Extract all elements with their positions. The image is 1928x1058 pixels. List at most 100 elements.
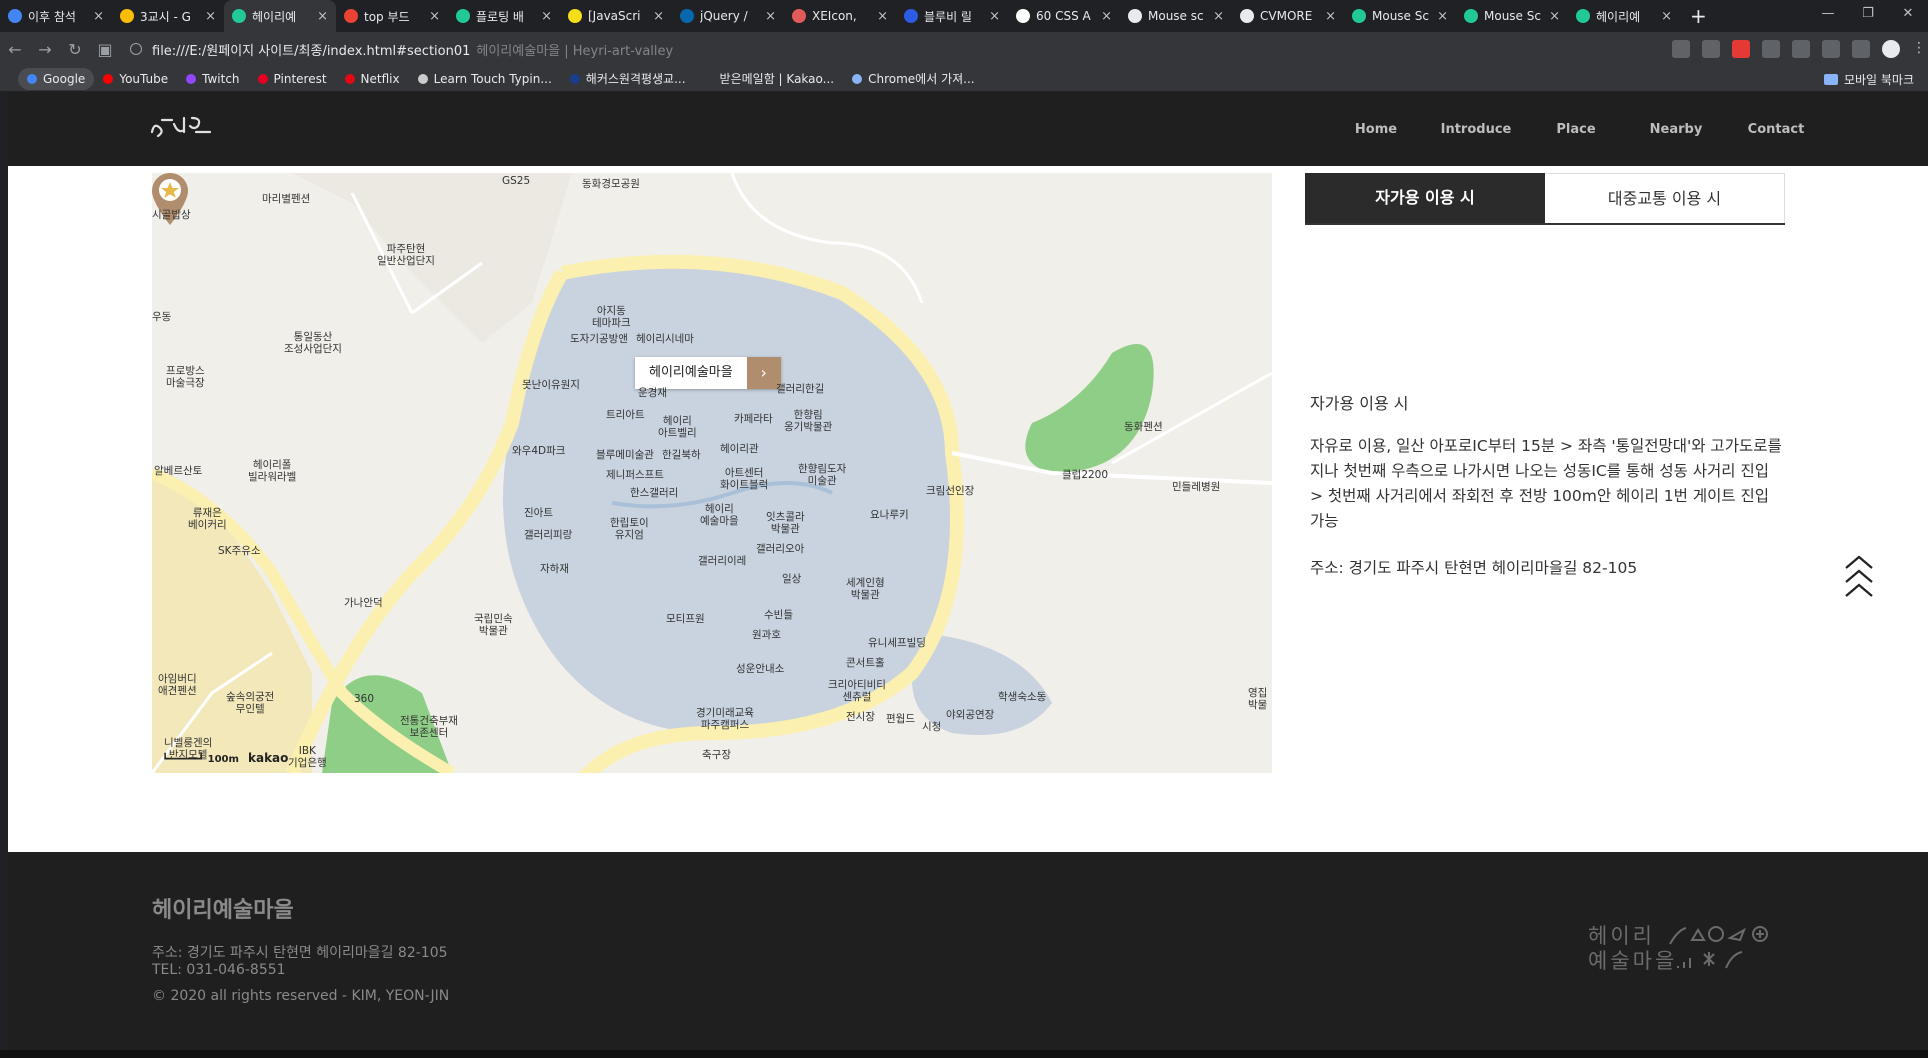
tab-close-icon[interactable]: ×: [93, 9, 104, 24]
bookmark-item[interactable]: YouTube: [94, 68, 177, 90]
browser-tab[interactable]: 이후 참석 ×: [0, 0, 112, 32]
mobile-bookmarks[interactable]: 모바일 북마크: [1823, 66, 1914, 92]
map-place-label[interactable]: 국립민속 박물관: [474, 613, 513, 637]
bookmark-item[interactable]: 해커스원격평생교...: [561, 68, 695, 90]
tab-close-icon[interactable]: ×: [1549, 9, 1560, 24]
nav-nearby[interactable]: Nearby: [1626, 122, 1726, 137]
url-field[interactable]: file:///E:/원페이지 사이트/최종/index.html#sectio…: [130, 40, 673, 59]
map-place-label[interactable]: 아지동 테마파크: [592, 305, 631, 329]
map-place-label[interactable]: 갤러리오아: [756, 543, 804, 555]
notion-ext-icon[interactable]: ▣: [90, 40, 120, 59]
map-place-label[interactable]: 프로방스 마술극장: [166, 365, 205, 389]
tab-close-icon[interactable]: ×: [1661, 9, 1672, 24]
map-place-label[interactable]: 한스갤러리: [630, 487, 678, 499]
map-place-label[interactable]: 숲속의궁전 무인텔: [226, 691, 274, 715]
reload-icon[interactable]: ↻: [60, 40, 90, 59]
map-place-label[interactable]: 진아트: [524, 507, 553, 519]
tab-close-icon[interactable]: ×: [541, 9, 552, 24]
browser-tab[interactable]: 3교시 - G ×: [112, 0, 224, 32]
site-info-icon[interactable]: [130, 43, 142, 55]
close-window-icon[interactable]: ✕: [1888, 0, 1928, 28]
browser-tab[interactable]: top 부드 ×: [336, 0, 448, 32]
star-icon[interactable]: [1702, 40, 1720, 58]
map-place-label[interactable]: 못난이유원지: [522, 379, 580, 391]
map-place-label[interactable]: 수빈들: [764, 609, 793, 621]
map-place-label[interactable]: 아임버디 애견펜션: [158, 673, 197, 697]
browser-tab[interactable]: [JavaScri ×: [560, 0, 672, 32]
tab-close-icon[interactable]: ×: [1325, 9, 1336, 24]
nav-place[interactable]: Place: [1526, 122, 1626, 137]
shield-icon[interactable]: [1672, 40, 1690, 58]
browser-tab[interactable]: Mouse Sc ×: [1456, 0, 1568, 32]
tab-close-icon[interactable]: ×: [317, 9, 328, 24]
tab-close-icon[interactable]: ×: [1101, 9, 1112, 24]
browser-tab[interactable]: 헤이리예 ×: [1568, 0, 1680, 32]
restore-icon[interactable]: ❐: [1848, 0, 1888, 28]
tab-close-icon[interactable]: ×: [1437, 9, 1448, 24]
map-place-label[interactable]: 크리아티비티 센츄럴: [828, 679, 886, 703]
menu-icon[interactable]: ⋮: [1912, 40, 1926, 58]
map-place-label[interactable]: 편웝드: [886, 713, 915, 725]
bookmark-item[interactable]: Chrome에서 가져...: [843, 68, 984, 90]
browser-tab[interactable]: CVMORE ×: [1232, 0, 1344, 32]
reader-icon[interactable]: [1822, 40, 1840, 58]
map-place-label[interactable]: 경기미래교육 파주캠퍼스: [696, 707, 754, 731]
profile-avatar[interactable]: [1882, 40, 1900, 58]
map-place-label[interactable]: 전시장: [846, 711, 875, 723]
map-place-label[interactable]: 모티프원: [666, 613, 705, 625]
map-place-label[interactable]: 유니세프빌딩: [868, 637, 926, 649]
new-tab-icon[interactable]: +: [1690, 4, 1707, 28]
browser-tab[interactable]: 플로팅 배 ×: [448, 0, 560, 32]
site-logo[interactable]: [148, 106, 224, 146]
map-place-label[interactable]: 성운안내소: [736, 663, 784, 675]
tab-close-icon[interactable]: ×: [765, 9, 776, 24]
map-place-label[interactable]: 민들레병원: [1172, 481, 1220, 493]
camera-icon[interactable]: [1792, 40, 1810, 58]
map-place-label[interactable]: IBK 기업은행: [288, 745, 327, 769]
tab-public[interactable]: 대중교통 이용 시: [1545, 173, 1785, 223]
map-place-label[interactable]: 동화경모공원: [582, 178, 640, 190]
map-infowindow[interactable]: 헤이리예술마을 ›: [635, 357, 781, 389]
map-place-label[interactable]: 축구장: [702, 749, 731, 761]
map-place-label[interactable]: 블루메미술관: [596, 449, 654, 461]
map-place-label[interactable]: 갤러리이레: [698, 555, 746, 567]
map-place-label[interactable]: GS25: [502, 175, 530, 187]
map-place-label[interactable]: 세계인형 박물관: [846, 577, 885, 601]
map-place-label[interactable]: 동화펜션: [1124, 421, 1163, 433]
map-place-label[interactable]: 운경재: [638, 387, 667, 399]
map-place-label[interactable]: 크림선인장: [926, 485, 974, 497]
tab-close-icon[interactable]: ×: [1213, 9, 1224, 24]
bookmark-item[interactable]: Google: [18, 67, 95, 90]
map-place-label[interactable]: 파주탄현 일반산업단지: [377, 243, 435, 267]
map-place-label[interactable]: 가나안덕: [344, 597, 383, 609]
scroll-top-icon[interactable]: [1843, 554, 1875, 600]
map-place-label[interactable]: 와우4D파크: [512, 445, 565, 457]
adblock-icon[interactable]: [1732, 40, 1750, 58]
map-place-label[interactable]: 한립토이 유지엄: [610, 517, 649, 541]
tab-close-icon[interactable]: ×: [877, 9, 888, 24]
map-place-label[interactable]: 학생숙소동: [998, 691, 1046, 703]
forward-icon[interactable]: →: [30, 40, 60, 59]
tab-car[interactable]: 자가용 이용 시: [1305, 173, 1545, 223]
map-place-label[interactable]: 시골밥상: [152, 209, 191, 221]
map-place-label[interactable]: 한향림도자 미술관: [798, 463, 846, 487]
map-place-label[interactable]: 트리아트: [606, 409, 645, 421]
map-place-label[interactable]: 한향림 옹기박물관: [784, 409, 832, 433]
nav-home[interactable]: Home: [1326, 122, 1426, 137]
map-place-label[interactable]: 헤이리시네마: [636, 333, 694, 345]
map-place-label[interactable]: 통일동산 조성사업단지: [284, 331, 342, 355]
map-place-label[interactable]: 도자기공방앤: [570, 333, 628, 345]
browser-tab[interactable]: 60 CSS A ×: [1008, 0, 1120, 32]
map-place-label[interactable]: 류재은 베이커리: [188, 507, 227, 531]
map-place-label[interactable]: 콘서트홀: [846, 657, 885, 669]
map-place-label[interactable]: 알베르산토: [154, 465, 202, 477]
map-place-label[interactable]: 헤이리 예술마을: [700, 503, 739, 527]
bookmark-item[interactable]: Learn Touch Typin...: [409, 68, 561, 90]
map-place-label[interactable]: 마리별펜션: [262, 193, 310, 205]
map-place-label[interactable]: 갤러리피랑: [524, 529, 572, 541]
map-place-label[interactable]: 아트센터 화이트블럭: [720, 467, 768, 491]
tab-close-icon[interactable]: ×: [429, 9, 440, 24]
map-place-label[interactable]: 360: [354, 693, 374, 705]
map-place-label[interactable]: 헤이리폴 빌라워라벨: [248, 459, 296, 483]
download-icon[interactable]: [1762, 40, 1780, 58]
